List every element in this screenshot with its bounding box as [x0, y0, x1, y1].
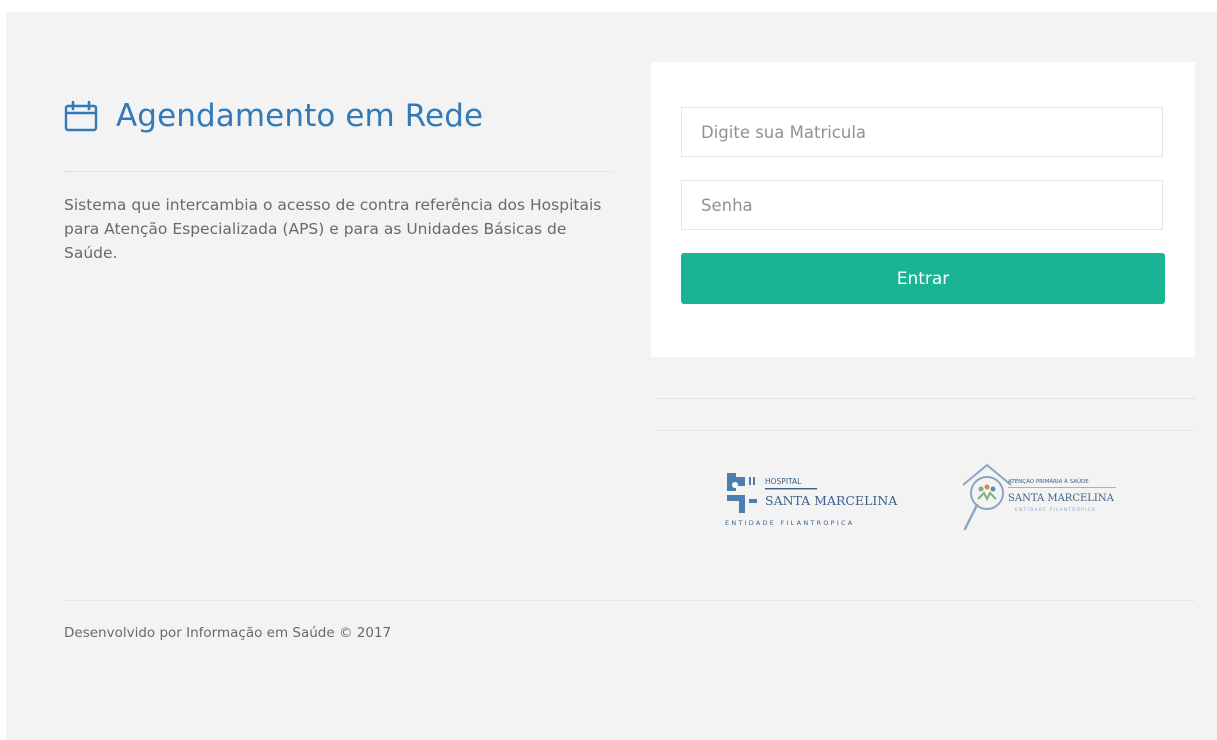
page-title: Agendamento em Rede — [116, 98, 484, 134]
panel-dotted-divider — [657, 398, 1195, 399]
panel-solid-divider — [657, 430, 1195, 431]
system-description: Sistema que intercambia o acesso de cont… — [64, 196, 602, 262]
hospital-santa-marcelina-logo: HOSPITAL SANTA MARCELINA ENTIDADE FILANT… — [725, 473, 898, 527]
aps-logo-line1: ATENÇÃO PRIMÁRIA À SAÚDE — [1008, 478, 1089, 485]
title-divider — [64, 171, 612, 172]
calendar-icon — [64, 100, 98, 132]
hospital-logo-line2: SANTA MARCELINA — [765, 493, 898, 508]
footer-divider — [64, 600, 1195, 601]
brand-header: Agendamento em Rede — [64, 98, 483, 134]
hospital-logo-line3: ENTIDADE FILANTROPICA — [725, 519, 854, 527]
hospital-logo-line1: HOSPITAL — [765, 477, 802, 486]
aps-logo-line3: ENTIDADE FILANTRÓPICA — [1015, 506, 1096, 513]
aps-santa-marcelina-logo: ATENÇÃO PRIMÁRIA À SAÚDE SANTA MARCELINA… — [962, 463, 1116, 531]
footer-credit: Desenvolvido por Informação em Saúde © 2… — [64, 625, 392, 641]
entrar-button[interactable]: Entrar — [681, 253, 1165, 304]
partner-logos: HOSPITAL SANTA MARCELINA ENTIDADE FILANT… — [725, 463, 1116, 531]
senha-input[interactable] — [681, 180, 1163, 230]
aps-logo-line2: SANTA MARCELINA — [1008, 493, 1115, 504]
matricula-input[interactable] — [681, 107, 1163, 157]
login-panel: Entrar — [651, 62, 1195, 357]
